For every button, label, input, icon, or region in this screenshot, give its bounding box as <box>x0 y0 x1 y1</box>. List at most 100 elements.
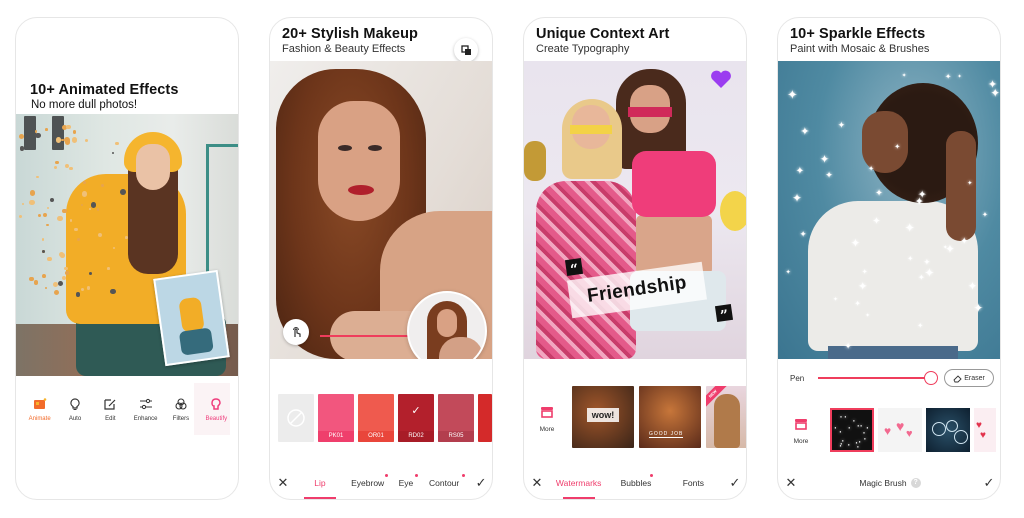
screen-makeup: 20+ Stylish Makeup Fashion & Beauty Effe… <box>269 17 493 500</box>
new-dot <box>384 474 388 477</box>
particle <box>45 286 48 289</box>
makeup-photo[interactable] <box>270 61 492 359</box>
sparkle: ✦ <box>967 180 973 188</box>
sparkle: · <box>847 420 852 435</box>
enhance-icon <box>139 398 152 410</box>
sparkle: ✦ <box>901 73 907 80</box>
particle <box>69 166 73 171</box>
screen-animated-effects: 10+ Animated Effects No more dull photos… <box>15 17 239 500</box>
sparkle: ✦ <box>945 72 952 82</box>
sparkle: ✦ <box>854 298 861 308</box>
tab-label: Contour <box>429 478 460 488</box>
particle <box>45 128 48 131</box>
tab-label: Fonts <box>682 478 704 488</box>
tab-eyebrow[interactable]: Eyebrow <box>344 474 392 488</box>
sparkle: · <box>838 408 843 423</box>
tool-animate[interactable]: Animate <box>24 388 56 432</box>
tab-label: Watermarks <box>555 478 602 488</box>
particle <box>66 124 71 130</box>
tool-enhance[interactable]: Enhance <box>130 388 162 432</box>
close-icon[interactable]: ✕ <box>270 475 296 491</box>
tab-contour[interactable]: Contour <box>420 474 468 488</box>
watermark-thumb[interactable]: NEW <box>706 386 746 448</box>
check-icon: ✓ <box>411 405 421 417</box>
store-icon <box>795 419 807 430</box>
tab-watermarks[interactable]: Watermarks <box>550 478 607 499</box>
eraser-button[interactable]: Eraser <box>944 369 994 387</box>
tab-fonts[interactable]: Fonts <box>665 478 722 488</box>
swatch-pk01[interactable]: PK01 <box>318 394 354 442</box>
watermark-thumb[interactable]: GOOD JOB <box>639 386 701 448</box>
more-button[interactable]: More <box>786 418 816 445</box>
particle <box>124 236 128 239</box>
sparkle: ✦ <box>981 210 989 220</box>
store-icon <box>541 407 553 418</box>
brush-red-hearts[interactable]: ♥ ♥ <box>974 408 996 452</box>
help-icon[interactable]: ? <box>910 478 921 488</box>
eye <box>338 145 352 151</box>
particle <box>80 288 84 292</box>
tool-beautify[interactable]: Beautify <box>200 388 232 432</box>
tab-bubbles[interactable]: Bubbles <box>607 474 664 488</box>
pen-size-row: Pen Eraser <box>790 369 995 387</box>
watermark-thumbs: wow! GOOD JOB NEW <box>572 386 746 448</box>
card-title: 10+ Animated Effects <box>30 82 179 98</box>
sparkle: ✦ <box>825 169 833 180</box>
sparkle: ✦ <box>865 312 870 319</box>
sparkle: ✦ <box>973 301 984 315</box>
particle <box>65 270 70 275</box>
pen-size-slider[interactable] <box>818 371 938 385</box>
watermark-thumb[interactable]: wow! <box>572 386 634 448</box>
hand-touch-icon <box>292 326 301 337</box>
close-icon[interactable]: ✕ <box>778 475 804 491</box>
open-quote-icon: “ <box>564 257 584 278</box>
sparkle: · <box>846 437 851 452</box>
sparkle: ✦ <box>987 79 998 92</box>
beautify-icon <box>211 398 222 410</box>
inset-photo <box>153 269 230 367</box>
brush-sparkles[interactable]: · · · · · · · · · · · · · · · · · · <box>830 408 874 452</box>
swatch-none[interactable] <box>278 394 314 442</box>
text-tabs: ✕ Watermarks Bubbles Fonts ✓ <box>524 467 746 499</box>
tool-auto[interactable]: Auto <box>59 388 91 432</box>
tab-lip[interactable]: Lip <box>296 478 344 499</box>
particle <box>107 267 110 270</box>
tool-label: Animate <box>28 416 51 422</box>
tab-eye[interactable]: Eye <box>392 474 421 488</box>
swatch-rd02[interactable]: ✓ RD02 <box>398 394 434 442</box>
watermark-text: GOOD JOB <box>649 431 684 438</box>
sparkle: · <box>857 434 862 449</box>
eraser-icon <box>953 374 962 382</box>
sparkle-photo[interactable]: ✦ ✦ ✦ ✦ ✦ ✦ ✦ ✦ ✦ ✦ ✦ ✦ ✦ ✦ ✦ ✦ ✦ ✦ ✦ ✦ ✦ ✦ ✦ ✦ ✦ ✦ ✦ ✦ ✦ ✦ ✦ ✦ ✦ ✦ ✦ ✦ ✦ ✦ ✦ ✦ <box>778 61 1000 359</box>
brush-thumbs: · · · · · · · · · · · · · · · · · · ♥ ♥ ♥ ♥ ♥ <box>830 408 996 452</box>
brush-bubbles[interactable] <box>926 408 970 452</box>
more-button[interactable]: More <box>532 406 562 433</box>
brush-pink-hearts[interactable]: ♥ ♥ ♥ <box>878 408 922 452</box>
sparkle: ✦ <box>785 268 791 276</box>
close-icon[interactable]: ✕ <box>524 475 550 491</box>
animated-photo[interactable] <box>16 114 238 376</box>
particle <box>88 207 92 210</box>
sparkle: ✦ <box>795 165 805 177</box>
confirm-icon[interactable]: ✓ <box>976 475 1000 491</box>
card-title: 10+ Sparkle Effects <box>790 26 926 42</box>
auto-icon <box>70 398 80 410</box>
swatch-partial[interactable] <box>478 394 492 442</box>
tool-edit[interactable]: Edit <box>94 388 126 432</box>
swatch-label: PK01 <box>318 431 354 442</box>
confirm-icon[interactable]: ✓ <box>468 475 492 491</box>
sparkle: ✦ <box>917 321 924 331</box>
tool-filters[interactable]: Filters <box>165 388 197 432</box>
particle <box>19 145 25 151</box>
eye <box>368 145 382 151</box>
touch-button[interactable] <box>283 319 309 345</box>
slider-knob[interactable] <box>924 371 938 385</box>
compare-button[interactable] <box>454 38 478 62</box>
typography-photo[interactable]: Friendship “ ” <box>524 61 746 359</box>
swatch-rs05[interactable]: RS05 <box>438 394 474 442</box>
pen-label: Pen <box>790 373 805 383</box>
swatch-or01[interactable]: OR01 <box>358 394 394 442</box>
sparkle: · <box>862 425 867 440</box>
particle <box>41 249 45 253</box>
confirm-icon[interactable]: ✓ <box>722 475 746 491</box>
